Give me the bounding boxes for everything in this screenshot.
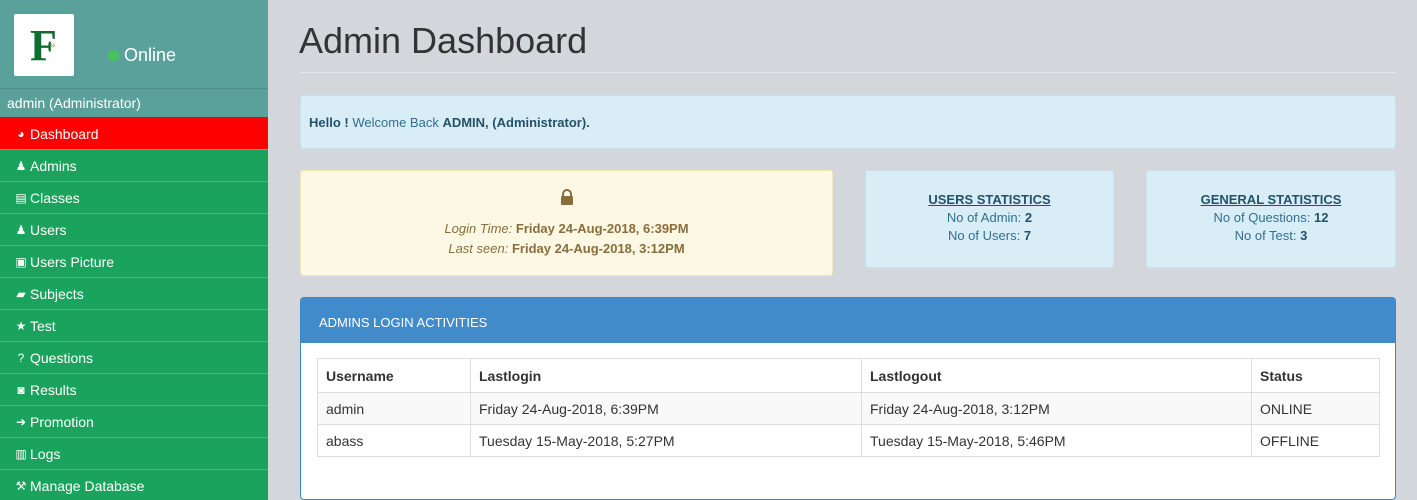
question-icon: ?: [17, 350, 25, 365]
last-seen-row: Last seen: Friday 24-Aug-2018, 3:12PM: [301, 241, 832, 256]
table-row: admin Friday 24-Aug-2018, 6:39PM Friday …: [317, 392, 1380, 425]
logo-accent-icon: »: [50, 40, 56, 51]
sidebar-item-manage-database[interactable]: ⚒ Manage Database: [0, 469, 268, 500]
user-count-label: No of Users:: [947, 228, 1021, 243]
sidebar-item-promotion[interactable]: ➜ Promotion: [0, 405, 268, 437]
table-row: abass Tuesday 15-May-2018, 5:27PM Tuesda…: [317, 424, 1380, 457]
sidebar-item-label: Subjects: [30, 285, 84, 302]
sidebar-item-label: Logs: [30, 445, 61, 462]
sidebar-item-label: Dashboard: [30, 125, 99, 142]
welcome-text: Welcome Back: [352, 115, 439, 130]
file-icon: ◙: [17, 382, 25, 397]
table-cell: abass: [317, 424, 471, 457]
welcome-name: ADMIN, (Administrator).: [442, 115, 590, 130]
picture-icon: ▣: [15, 254, 27, 269]
general-statistics-link[interactable]: GENERAL STATISTICS: [1147, 192, 1395, 207]
sidebar-item-admins[interactable]: ♟ Admins: [0, 149, 268, 181]
wrench-icon: ⚒: [15, 478, 27, 493]
question-count-label: No of Questions:: [1213, 210, 1311, 225]
sidebar-item-label: Users: [30, 221, 67, 238]
sidebar-item-label: Test: [30, 317, 56, 334]
sidebar-item-label: Results: [30, 381, 77, 398]
sidebar-item-label: Classes: [30, 189, 80, 206]
table-cell: Tuesday 15-May-2018, 5:27PM: [470, 424, 862, 457]
sidebar-item-results[interactable]: ◙ Results: [0, 373, 268, 405]
table-cell: admin: [317, 392, 471, 425]
sidebar-item-label: Questions: [30, 349, 94, 366]
sidebar-item-users[interactable]: ♟ Users: [0, 213, 268, 245]
panel-title: ADMINS LOGIN ACTIVITIES: [301, 298, 1395, 343]
column-header: Username: [317, 358, 471, 393]
table-cell: Tuesday 15-May-2018, 5:46PM: [861, 424, 1252, 457]
table-header-row: Username Lastlogin Lastlogout Status: [317, 358, 1380, 393]
test-count-label: No of Test:: [1234, 228, 1297, 243]
sidebar-item-users-picture[interactable]: ▣ Users Picture: [0, 245, 268, 277]
sidebar: F » Online admin (Administrator) ◕ Dashb…: [0, 0, 268, 500]
book-icon: ▰: [16, 286, 26, 301]
admins-login-activities-panel: ADMINS LOGIN ACTIVITIES Username Lastlog…: [300, 297, 1396, 500]
arrow-circle-icon: ➜: [15, 414, 27, 429]
sidebar-item-label: Admins: [30, 157, 77, 174]
table-cell: Friday 24-Aug-2018, 6:39PM: [470, 392, 862, 425]
activities-table: Username Lastlogin Lastlogout Status adm…: [317, 358, 1380, 457]
online-status-icon: [108, 50, 119, 61]
lock-icon: [561, 189, 573, 205]
app-logo[interactable]: F »: [14, 14, 74, 76]
admin-count-row: No of Admin: 2: [866, 210, 1113, 225]
sidebar-item-logs[interactable]: ▥ Logs: [0, 437, 268, 469]
sidebar-item-dashboard[interactable]: ◕ Dashboard: [0, 117, 268, 149]
trash-icon: ▥: [15, 446, 27, 461]
sidebar-item-test[interactable]: ★ Test: [0, 309, 268, 341]
login-info-box: Login Time: Friday 24-Aug-2018, 6:39PM L…: [300, 170, 833, 276]
question-count-row: No of Questions: 12: [1147, 210, 1395, 225]
title-divider: [300, 72, 1396, 73]
column-header: Status: [1251, 358, 1380, 393]
main-content: Admin Dashboard Hello ! Welcome Back ADM…: [282, 0, 1417, 500]
current-user: admin (Administrator): [0, 88, 268, 117]
users-icon: ♟: [15, 222, 27, 237]
login-time-value: Friday 24-Aug-2018, 6:39PM: [515, 221, 689, 236]
dashboard-icon: ◕: [17, 126, 25, 141]
sidebar-item-classes[interactable]: ▤ Classes: [0, 181, 268, 213]
welcome-alert: Hello ! Welcome Back ADMIN, (Administrat…: [300, 95, 1396, 149]
admin-count-value: 2: [1024, 210, 1033, 225]
sidebar-item-label: Manage Database: [30, 477, 145, 494]
last-seen-label: Last seen:: [448, 241, 509, 256]
online-status-text: Online: [124, 45, 177, 65]
sidebar-item-label: Promotion: [30, 413, 94, 430]
profile-header: F » Online: [0, 0, 268, 88]
login-time-row: Login Time: Friday 24-Aug-2018, 6:39PM: [301, 221, 832, 236]
user-count-row: No of Users: 7: [866, 228, 1113, 243]
user-count-value: 7: [1023, 228, 1032, 243]
welcome-hello: Hello !: [309, 115, 349, 130]
column-header: Lastlogin: [470, 358, 862, 393]
table-cell: OFFLINE: [1251, 424, 1380, 457]
last-seen-value: Friday 24-Aug-2018, 3:12PM: [511, 241, 685, 256]
sidebar-item-questions[interactable]: ? Questions: [0, 341, 268, 373]
list-alt-icon: ▤: [15, 190, 27, 205]
page-title: Admin Dashboard: [299, 20, 588, 61]
test-count-row: No of Test: 3: [1147, 228, 1395, 243]
column-header: Lastlogout: [861, 358, 1252, 393]
question-count-value: 12: [1313, 210, 1329, 225]
user-icon: ♟: [15, 158, 27, 173]
test-count-value: 3: [1300, 228, 1308, 243]
login-time-label: Login Time:: [444, 221, 513, 236]
users-statistics-box: USERS STATISTICS No of Admin: 2 No of Us…: [865, 170, 1114, 268]
admin-count-label: No of Admin:: [946, 210, 1022, 225]
star-icon: ★: [15, 318, 27, 333]
general-statistics-box: GENERAL STATISTICS No of Questions: 12 N…: [1146, 170, 1396, 268]
users-statistics-link[interactable]: USERS STATISTICS: [866, 192, 1113, 207]
table-cell: Friday 24-Aug-2018, 3:12PM: [861, 392, 1252, 425]
sidebar-item-label: Users Picture: [30, 253, 115, 270]
table-cell: ONLINE: [1251, 392, 1380, 425]
sidebar-item-subjects[interactable]: ▰ Subjects: [0, 277, 268, 309]
